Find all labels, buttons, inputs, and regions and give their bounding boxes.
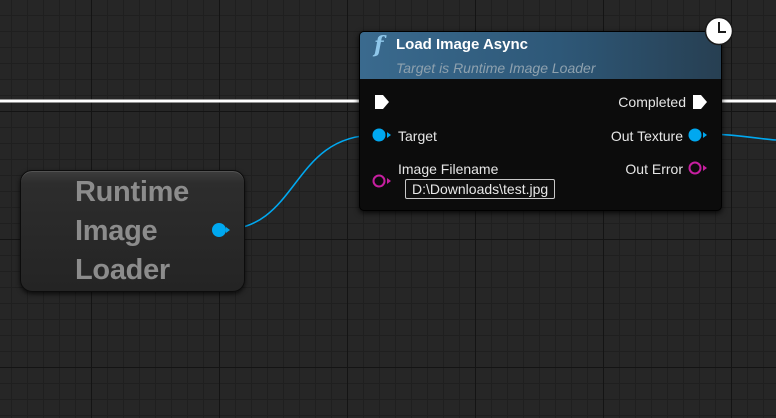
completed-pin-label: Completed (618, 94, 686, 110)
node-title: Load Image Async (396, 36, 528, 53)
node-subtitle: Target is Runtime Image Loader (396, 60, 596, 76)
variable-node-label-line-3: Loader (75, 254, 170, 286)
image-filename-input[interactable]: D:\Downloads\test.jpg (405, 179, 556, 199)
out-error-pin-label: Out Error (625, 161, 683, 177)
clock-icon (704, 16, 734, 46)
string-pin-icon[interactable] (688, 161, 708, 175)
image-filename-pin-label: Image Filename (398, 161, 499, 177)
string-pin-icon[interactable] (372, 174, 392, 188)
exec-pin-icon[interactable] (374, 94, 390, 110)
object-pin-icon[interactable] (688, 128, 708, 142)
target-pin-label: Target (398, 128, 437, 144)
pin-arrow-icon (226, 227, 230, 233)
runtime-image-loader-node[interactable]: Runtime Image Loader (20, 170, 245, 292)
load-image-async-node[interactable]: f Load Image Async Target is Runtime Ima… (359, 16, 734, 211)
exec-pin-icon[interactable] (692, 94, 708, 110)
node-header[interactable]: f Load Image Async Target is Runtime Ima… (360, 32, 721, 79)
out-texture-pin-label: Out Texture (610, 128, 683, 144)
function-icon: f (374, 32, 384, 58)
variable-node-label-line-1: Runtime (75, 176, 189, 208)
object-pin-icon[interactable] (372, 128, 392, 142)
object-pin-icon[interactable] (212, 223, 226, 237)
variable-node-label: Runtime Image Loader (75, 173, 205, 290)
variable-node-label-line-2: Image (75, 215, 158, 247)
